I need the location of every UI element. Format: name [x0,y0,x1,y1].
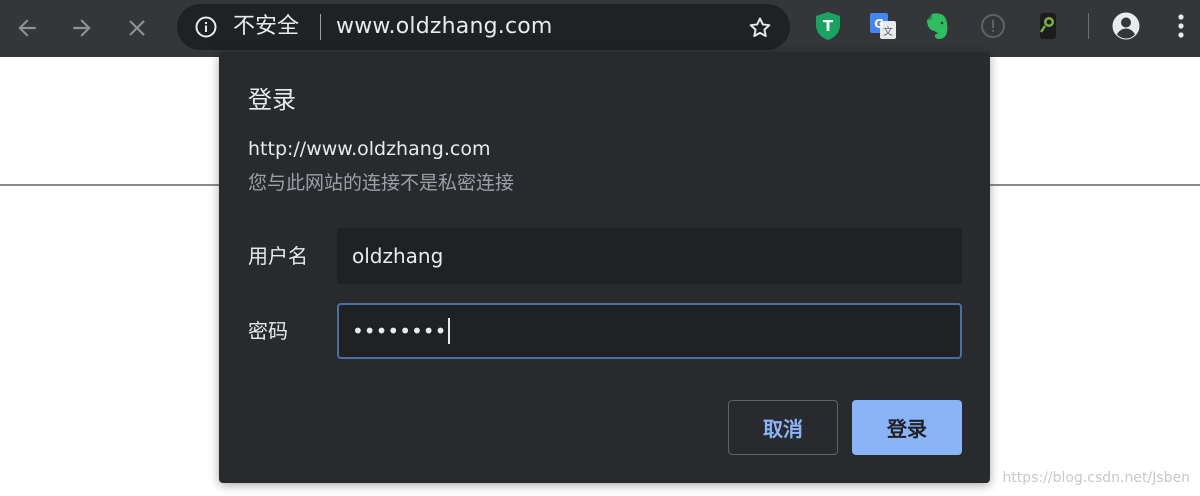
stop-button[interactable] [117,8,157,48]
menu-more-icon[interactable] [1165,10,1197,42]
svg-text:T: T [823,17,834,35]
arrow-right-icon [73,19,91,37]
dialog-origin: http://www.oldzhang.com [248,138,491,160]
password-field[interactable]: •••••••• [337,303,962,359]
arrow-left-icon [18,19,36,37]
password-value: •••••••• [352,319,447,343]
url-text[interactable]: www.oldzhang.com [336,14,553,40]
password-label: 密码 [248,319,288,343]
search-extension-icon[interactable] [1032,10,1064,42]
info-icon[interactable] [194,15,218,39]
close-icon [129,20,145,36]
username-label: 用户名 [248,244,308,268]
profile-avatar-icon[interactable] [1110,10,1142,42]
evernote-icon[interactable] [922,10,954,42]
username-field[interactable]: oldzhang [337,228,962,284]
back-button[interactable] [7,8,47,48]
tampermonkey-icon[interactable]: T [812,10,844,42]
security-status[interactable]: 不安全 [233,14,299,40]
bookmark-star-icon[interactable] [746,14,774,42]
dialog-title: 登录 [248,86,296,114]
google-translate-icon[interactable]: G 文 [867,10,899,42]
connection-warning: 您与此网站的连接不是私密连接 [248,172,515,194]
disabled-extension-icon[interactable] [977,10,1009,42]
cancel-button[interactable]: 取消 [728,400,838,455]
svg-text:文: 文 [883,25,893,38]
address-bar[interactable]: 不安全 www.oldzhang.com [177,4,790,50]
divider [320,14,321,40]
browser-toolbar: 不安全 www.oldzhang.com T G 文 [0,0,1200,57]
login-button[interactable]: 登录 [852,400,962,455]
username-value: oldzhang [352,244,444,268]
toolbar-divider [1088,13,1089,39]
forward-button[interactable] [62,8,102,48]
login-dialog: 登录 http://www.oldzhang.com 您与此网站的连接不是私密连… [219,52,990,483]
watermark: https://blog.csdn.net/Jsben [1002,470,1190,486]
text-caret [448,317,451,344]
